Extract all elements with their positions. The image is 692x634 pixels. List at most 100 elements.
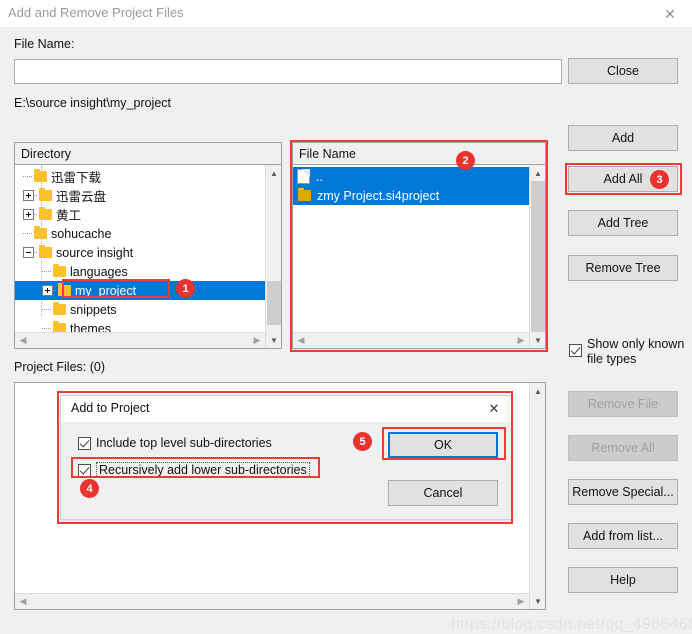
file-name-label: File Name:	[14, 37, 75, 51]
folder-icon	[298, 188, 311, 201]
add-from-list-button[interactable]: Add from list...	[568, 523, 678, 549]
tree-item-label: source insight	[56, 245, 134, 260]
tree-item[interactable]: 迅雷云盘	[15, 186, 281, 205]
add-button[interactable]: Add	[568, 125, 678, 151]
help-button[interactable]: Help	[568, 567, 678, 593]
tree-item[interactable]: 迅雷下载	[15, 167, 281, 186]
cancel-button[interactable]: Cancel	[388, 480, 498, 506]
file-scroll-thumb[interactable]	[531, 181, 545, 332]
file-name-list[interactable]: .. zmy Project.si4project ▲ ▼ ◀ ▶	[293, 165, 545, 348]
file-name-panel: File Name .. zmy Project.si4project ▲ ▼ ◀…	[292, 142, 546, 349]
folder-icon	[53, 264, 66, 277]
tree-guide-dots	[23, 233, 33, 234]
folder-icon	[58, 283, 71, 296]
scroll-right-icon[interactable]: ▶	[513, 594, 529, 609]
project-horizontal-scrollbar[interactable]: ◀ ▶	[15, 593, 529, 609]
dialog-client-area: File Name: E:\source insight\my_project …	[0, 27, 692, 633]
close-icon[interactable]: ✕	[648, 0, 692, 27]
file-list-item[interactable]: ..	[293, 167, 529, 186]
scroll-left-icon[interactable]: ◀	[15, 594, 31, 609]
include-top-level-checkbox[interactable]	[78, 436, 91, 450]
tree-guide-dots	[42, 309, 52, 310]
folder-icon	[39, 188, 52, 201]
watermark: https://blog.csdn.net/qq_49864684	[451, 616, 692, 633]
scroll-right-icon[interactable]: ▶	[513, 333, 529, 348]
add-to-project-dialog: Add to Project ✕ Include top level sub-d…	[60, 395, 512, 520]
annotation-badge-4: 4	[80, 479, 99, 498]
tree-guide-dots	[42, 328, 52, 329]
collapse-icon[interactable]	[23, 247, 34, 258]
annotation-badge-1: 1	[176, 279, 195, 298]
directory-vertical-scrollbar[interactable]: ▲ ▼	[265, 165, 281, 348]
tree-guide-dots	[34, 195, 38, 196]
scroll-left-icon[interactable]: ◀	[293, 333, 309, 348]
include-top-level-option[interactable]: Include top level sub-directories	[78, 436, 272, 450]
file-list-item-label: zmy Project.si4project	[317, 188, 440, 203]
show-known-label-line2: file types	[587, 352, 637, 366]
tree-item-label: languages	[70, 264, 128, 279]
directory-tree[interactable]: 迅雷下载迅雷云盘黄工 sohucache source insight languag…	[15, 165, 281, 348]
tree-item-label: my_project	[75, 283, 137, 298]
scroll-up-icon[interactable]: ▲	[530, 383, 546, 399]
remove-file-button[interactable]: Remove File	[568, 391, 678, 417]
folder-icon	[53, 302, 66, 315]
project-vertical-scrollbar[interactable]: ▲ ▼	[529, 383, 545, 609]
tree-item[interactable]: source insight	[15, 243, 281, 262]
file-name-panel-header: File Name	[293, 143, 545, 165]
folder-icon	[39, 207, 52, 220]
file-name-input[interactable]	[14, 59, 562, 84]
scroll-down-icon[interactable]: ▼	[530, 332, 545, 348]
tree-guide-dots	[42, 271, 52, 272]
close-icon[interactable]: ✕	[481, 399, 507, 419]
close-button[interactable]: Close	[568, 58, 678, 84]
remove-special-button[interactable]: Remove Special...	[568, 479, 678, 505]
file-horizontal-scrollbar[interactable]: ◀ ▶	[293, 332, 529, 348]
scroll-left-icon[interactable]: ◀	[15, 333, 31, 348]
folder-icon	[34, 169, 47, 182]
project-files-label: Project Files: (0)	[14, 360, 105, 374]
tree-item-label: sohucache	[51, 226, 112, 241]
scroll-up-icon[interactable]: ▲	[530, 165, 545, 181]
directory-horizontal-scrollbar[interactable]: ◀ ▶	[15, 332, 265, 348]
scroll-down-icon[interactable]: ▼	[530, 593, 546, 609]
tree-item[interactable]: languages	[15, 262, 281, 281]
tree-guide-dots	[23, 176, 33, 177]
tree-item[interactable]: my_project	[15, 281, 281, 300]
file-list-item-label: ..	[316, 169, 323, 184]
directory-panel: Directory 迅雷下载 迅雷云盘 黄工 sohucache source insi…	[14, 142, 282, 349]
expand-icon[interactable]	[23, 190, 34, 201]
add-to-project-title: Add to Project	[71, 401, 150, 415]
tree-item-label: 迅雷云盘	[56, 190, 107, 204]
document-icon	[297, 169, 310, 184]
recursively-add-label: Recursively add lower sub-directories	[96, 462, 310, 478]
remove-tree-button[interactable]: Remove Tree	[568, 255, 678, 281]
show-only-known-file-types-checkbox[interactable]	[569, 344, 582, 357]
recursively-add-option[interactable]: Recursively add lower sub-directories	[78, 462, 310, 478]
add-tree-button[interactable]: Add Tree	[568, 210, 678, 236]
window-title-bar: Add and Remove Project Files ✕	[0, 0, 692, 28]
annotation-badge-3: 3	[650, 170, 669, 189]
recursively-add-checkbox[interactable]	[78, 463, 91, 477]
tree-guide-dots	[34, 252, 38, 253]
show-only-known-file-types-option[interactable]: Show only known file types	[569, 337, 684, 367]
tree-item-label: 迅雷下载	[51, 171, 102, 185]
tree-item[interactable]: snippets	[15, 300, 281, 319]
directory-scroll-thumb[interactable]	[267, 281, 281, 325]
file-list-item[interactable]: zmy Project.si4project	[293, 186, 529, 205]
include-top-level-label: Include top level sub-directories	[96, 436, 272, 450]
tree-item-label: 黄工	[56, 209, 82, 223]
folder-icon	[34, 226, 47, 239]
tree-item[interactable]: 黄工	[15, 205, 281, 224]
scroll-right-icon[interactable]: ▶	[249, 333, 265, 348]
remove-all-button[interactable]: Remove All	[568, 435, 678, 461]
ok-button[interactable]: OK	[388, 432, 498, 458]
scroll-up-icon[interactable]: ▲	[266, 165, 281, 181]
scroll-down-icon[interactable]: ▼	[266, 332, 281, 348]
file-vertical-scrollbar[interactable]: ▲ ▼	[529, 165, 545, 348]
tree-item-label: snippets	[70, 302, 117, 317]
expand-icon[interactable]	[23, 209, 34, 220]
annotation-badge-5: 5	[353, 432, 372, 451]
annotation-badge-2: 2	[456, 151, 475, 170]
expand-icon[interactable]	[42, 285, 53, 296]
tree-item[interactable]: sohucache	[15, 224, 281, 243]
